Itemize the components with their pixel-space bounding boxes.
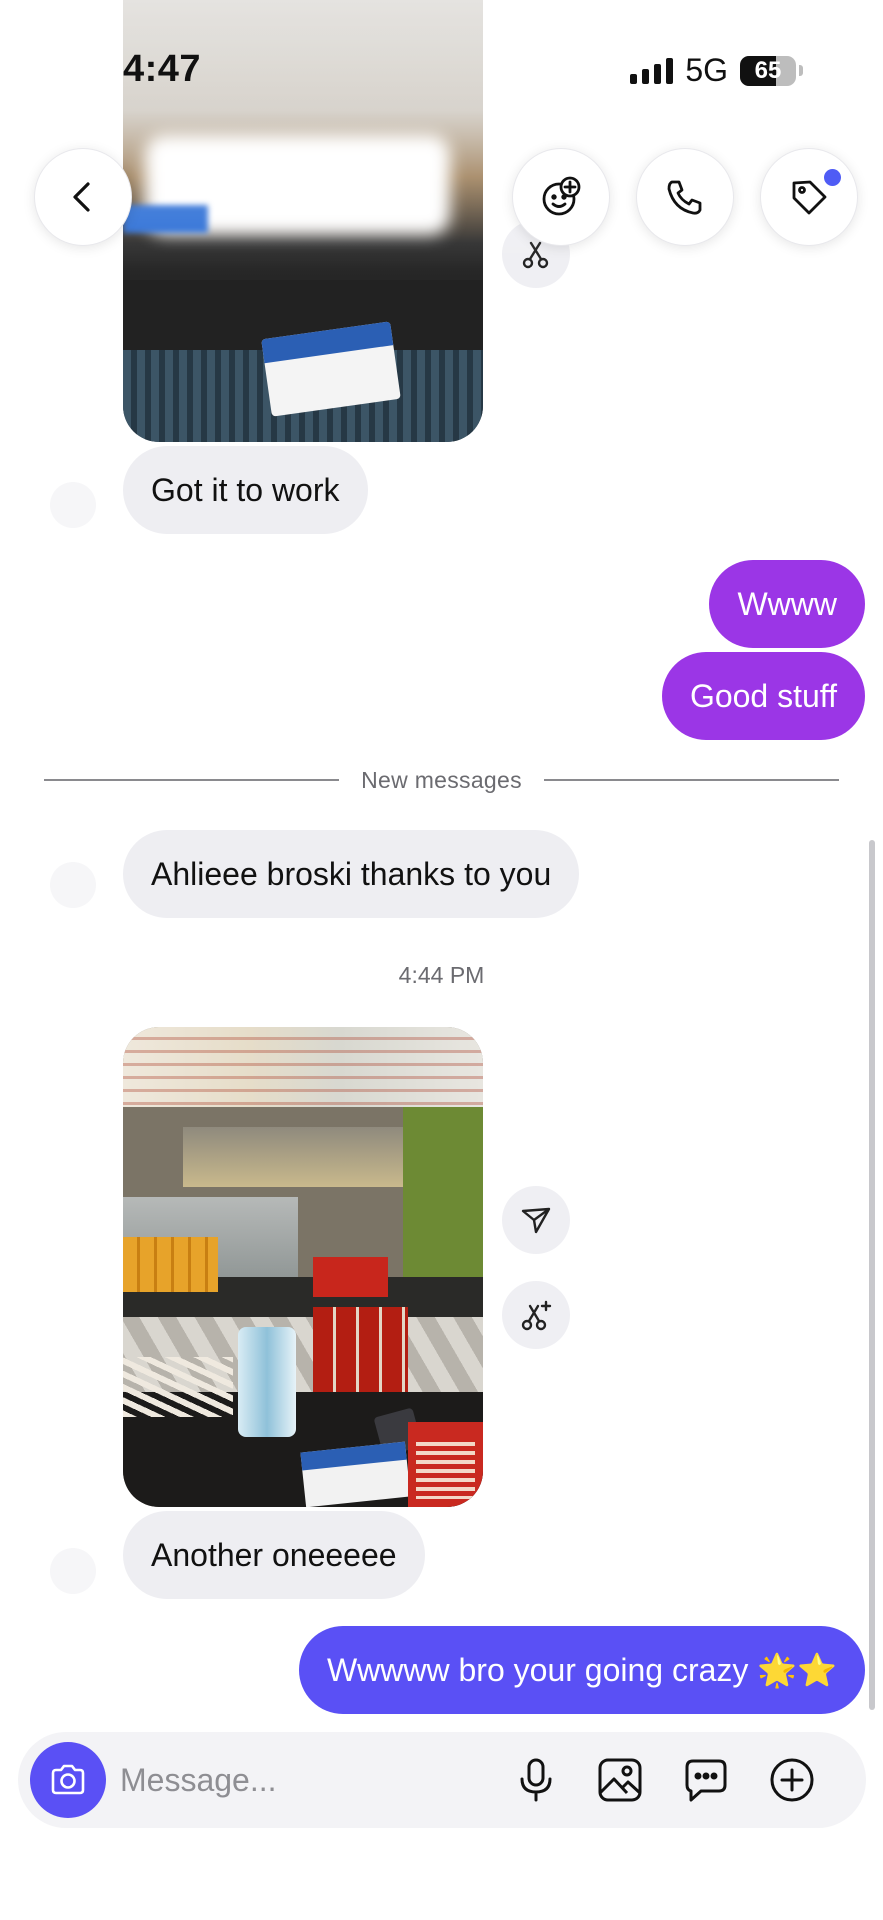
- review-card: [300, 1441, 411, 1507]
- photo-detail: [313, 1307, 408, 1397]
- chevron-left-icon: [73, 182, 90, 212]
- phone-icon: [667, 180, 702, 215]
- more-button[interactable]: [766, 1754, 818, 1806]
- back-button[interactable]: [34, 148, 132, 246]
- chat-button[interactable]: [680, 1754, 732, 1806]
- avatar[interactable]: [50, 482, 96, 528]
- microphone-icon: [520, 1758, 552, 1802]
- tag-button[interactable]: [760, 148, 858, 246]
- image-icon: [598, 1758, 642, 1802]
- status-indicators: 5G 65: [630, 52, 803, 89]
- avatar[interactable]: [50, 1548, 96, 1594]
- status-time: 4:47: [123, 48, 202, 90]
- network-label: 5G: [685, 52, 728, 88]
- divider-line: [543, 779, 840, 781]
- microphone-button[interactable]: [510, 1754, 562, 1806]
- photo-detail: [403, 1107, 483, 1287]
- photo-detail: [123, 205, 208, 233]
- message-bubble-incoming[interactable]: Ahlieee broski thanks to you: [123, 830, 580, 918]
- divider-label: New messages: [361, 766, 522, 793]
- chat-bubble-icon: [685, 1759, 727, 1802]
- message-input[interactable]: [120, 1752, 500, 1808]
- new-messages-divider: New messages: [44, 762, 840, 798]
- battery-icon: 65: [740, 55, 796, 86]
- photo-detail: [408, 1422, 483, 1507]
- photo-detail: [123, 1237, 218, 1292]
- sticker-add-icon: [542, 176, 581, 216]
- photo-detail: [313, 1257, 388, 1297]
- share-button[interactable]: [502, 1186, 570, 1254]
- photo-detail: [183, 1127, 433, 1187]
- signal-icon: [630, 57, 674, 84]
- message-bubble-outgoing[interactable]: Wwww: [709, 560, 865, 648]
- photo-detail: [123, 1027, 483, 1107]
- avatar[interactable]: [50, 862, 96, 908]
- message-composer: [18, 1732, 866, 1828]
- ai-edit-button[interactable]: [502, 1281, 570, 1349]
- sticker-add-button[interactable]: [512, 148, 610, 246]
- camera-icon: [51, 1764, 85, 1795]
- message-timestamp: 4:44 PM: [398, 962, 485, 988]
- notification-dot: [824, 169, 841, 186]
- shared-photo-restaurant[interactable]: [123, 1027, 483, 1507]
- message-bubble-outgoing[interactable]: Wwwww bro your going crazy 🌟⭐: [298, 1626, 865, 1714]
- camera-button[interactable]: [30, 1742, 106, 1818]
- plus-circle-icon: [770, 1758, 814, 1802]
- message-bubble-incoming[interactable]: Another oneeeee: [123, 1511, 425, 1599]
- battery-tip: [799, 65, 803, 76]
- call-button[interactable]: [636, 148, 734, 246]
- scrollbar[interactable]: [869, 840, 875, 1710]
- message-bubble-outgoing[interactable]: Good stuff: [661, 652, 865, 740]
- photo-detail: [123, 1357, 233, 1417]
- photo-detail: [238, 1327, 296, 1437]
- battery-percent: 65: [754, 56, 782, 84]
- message-bubble-incoming[interactable]: Got it to work: [123, 446, 368, 534]
- gallery-button[interactable]: [594, 1754, 646, 1806]
- divider-line: [44, 779, 340, 781]
